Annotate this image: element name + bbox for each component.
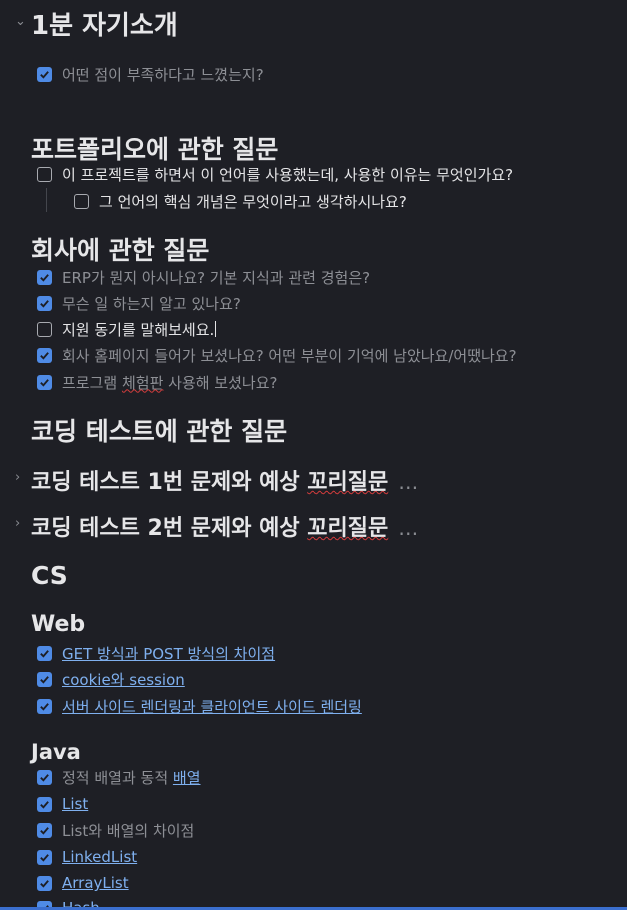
check-icon [40, 351, 49, 360]
task-link[interactable]: cookie와 session [62, 669, 185, 690]
heading-company: 회사에 관한 질문 [31, 236, 210, 265]
task-text: 회사 홈페이지 들어가 보셨나요? 어떤 부분이 기억에 남았나요/어땠나요? [62, 346, 517, 365]
checkbox-checked[interactable] [37, 347, 52, 363]
check-icon [40, 702, 49, 711]
checkbox-checked[interactable] [37, 849, 52, 865]
heading-java: Java [31, 740, 81, 764]
checkbox-checked[interactable] [37, 769, 52, 785]
task-item[interactable]: List [37, 794, 88, 814]
heading-portfolio: 포트폴리오에 관한 질문 [31, 135, 279, 164]
heading-coding-test: 코딩 테스트에 관한 질문 [31, 417, 288, 446]
task-item[interactable]: ERP가 뭔지 아시나요? 기본 지식과 관련 경험은? [37, 267, 370, 287]
checkbox-checked[interactable] [37, 875, 52, 891]
task-item[interactable]: 회사 홈페이지 들어가 보셨나요? 어떤 부분이 기억에 남았나요/어땠나요? [37, 345, 517, 365]
task-text[interactable]: 지원 동기를 말해보세요. [62, 319, 214, 340]
check-icon [40, 879, 49, 888]
indent-guide [46, 188, 47, 212]
task-text: 그 언어의 핵심 개념은 무엇이라고 생각하시나요? [99, 192, 407, 211]
task-text: 어떤 점이 부족하다고 느꼈는지? [62, 65, 264, 84]
checkbox-checked[interactable] [37, 66, 52, 82]
task-item[interactable]: LinkedList [37, 847, 137, 867]
task-item[interactable]: 프로그램 체험판 사용해 보셨나요? [37, 372, 277, 392]
task-link[interactable]: GET 방식과 POST 방식의 차이점 [62, 643, 275, 664]
task-item[interactable]: GET 방식과 POST 방식의 차이점 [37, 643, 275, 663]
check-icon [40, 773, 49, 782]
checkbox-checked[interactable] [37, 645, 52, 661]
note-editor: ⌄ 1분 자기소개 어떤 점이 부족하다고 느꼈는지? 포트폴리오에 관한 질문… [0, 0, 627, 910]
task-link[interactable]: 서버 사이드 렌더링과 클라이언트 사이드 렌더링 [62, 696, 362, 717]
check-icon [40, 826, 49, 835]
heading-web: Web [31, 612, 86, 637]
checkbox-checked[interactable] [37, 269, 52, 285]
checkbox-checked[interactable] [37, 295, 52, 311]
chevron-right-icon[interactable]: › [15, 516, 20, 531]
folded-ellipsis[interactable]: … [398, 470, 418, 494]
checkbox-checked[interactable] [37, 698, 52, 714]
folded-ellipsis[interactable]: … [398, 516, 418, 540]
task-item[interactable]: 이 프로젝트를 하면서 이 언어를 사용했는데, 사용한 이유는 무엇인가요? [37, 164, 513, 184]
task-item[interactable]: 무슨 일 하는지 알고 있나요? [37, 293, 241, 313]
task-link[interactable]: 배열 [173, 769, 201, 787]
task-item[interactable]: 지원 동기를 말해보세요. [37, 319, 217, 340]
task-text: 프로그램 체험판 사용해 보셨나요? [62, 373, 278, 392]
task-text: 정적 배열과 동적 배열 [62, 768, 201, 787]
task-item[interactable]: cookie와 session [37, 669, 185, 689]
text-cursor [215, 321, 217, 337]
checkbox-checked[interactable] [37, 822, 52, 838]
check-icon [40, 675, 49, 684]
task-link[interactable]: ArrayList [62, 874, 129, 892]
heading-cs: CS [31, 561, 68, 590]
checkbox-unchecked[interactable] [74, 193, 89, 209]
task-text: List와 배열의 차이점 [62, 821, 195, 840]
checkbox-checked[interactable] [37, 671, 52, 687]
task-item[interactable]: 정적 배열과 동적 배열 [37, 767, 201, 787]
heading-coding-test-2[interactable]: 코딩 테스트 2번 문제와 예상 꼬리질문… [31, 510, 418, 542]
heading-self-intro: 1분 자기소개 [31, 11, 178, 41]
task-item-nested[interactable]: 그 언어의 핵심 개념은 무엇이라고 생각하시나요? [74, 191, 407, 211]
check-icon [40, 853, 49, 862]
chevron-right-icon[interactable]: › [15, 470, 20, 485]
task-item[interactable]: 어떤 점이 부족하다고 느꼈는지? [37, 64, 264, 84]
check-icon [40, 299, 49, 308]
checkbox-unchecked[interactable] [37, 321, 52, 337]
check-icon [40, 800, 49, 809]
task-text: 이 프로젝트를 하면서 이 언어를 사용했는데, 사용한 이유는 무엇인가요? [62, 165, 514, 184]
heading-coding-test-1[interactable]: 코딩 테스트 1번 문제와 예상 꼬리질문… [31, 464, 418, 496]
task-link[interactable]: List [62, 795, 88, 813]
checkbox-checked[interactable] [37, 796, 52, 812]
task-text: ERP가 뭔지 아시나요? 기본 지식과 관련 경험은? [62, 268, 371, 287]
checkbox-unchecked[interactable] [37, 166, 52, 182]
task-item[interactable]: ArrayList [37, 873, 129, 893]
task-text: 무슨 일 하는지 알고 있나요? [62, 294, 241, 313]
checkbox-checked[interactable] [37, 374, 52, 390]
check-icon [40, 378, 49, 387]
task-item[interactable]: 서버 사이드 렌더링과 클라이언트 사이드 렌더링 [37, 696, 362, 716]
task-item[interactable]: List와 배열의 차이점 [37, 820, 194, 840]
check-icon [40, 649, 49, 658]
check-icon [40, 70, 49, 79]
check-icon [40, 273, 49, 282]
chevron-down-icon[interactable]: ⌄ [15, 14, 26, 29]
task-link[interactable]: LinkedList [62, 848, 137, 866]
